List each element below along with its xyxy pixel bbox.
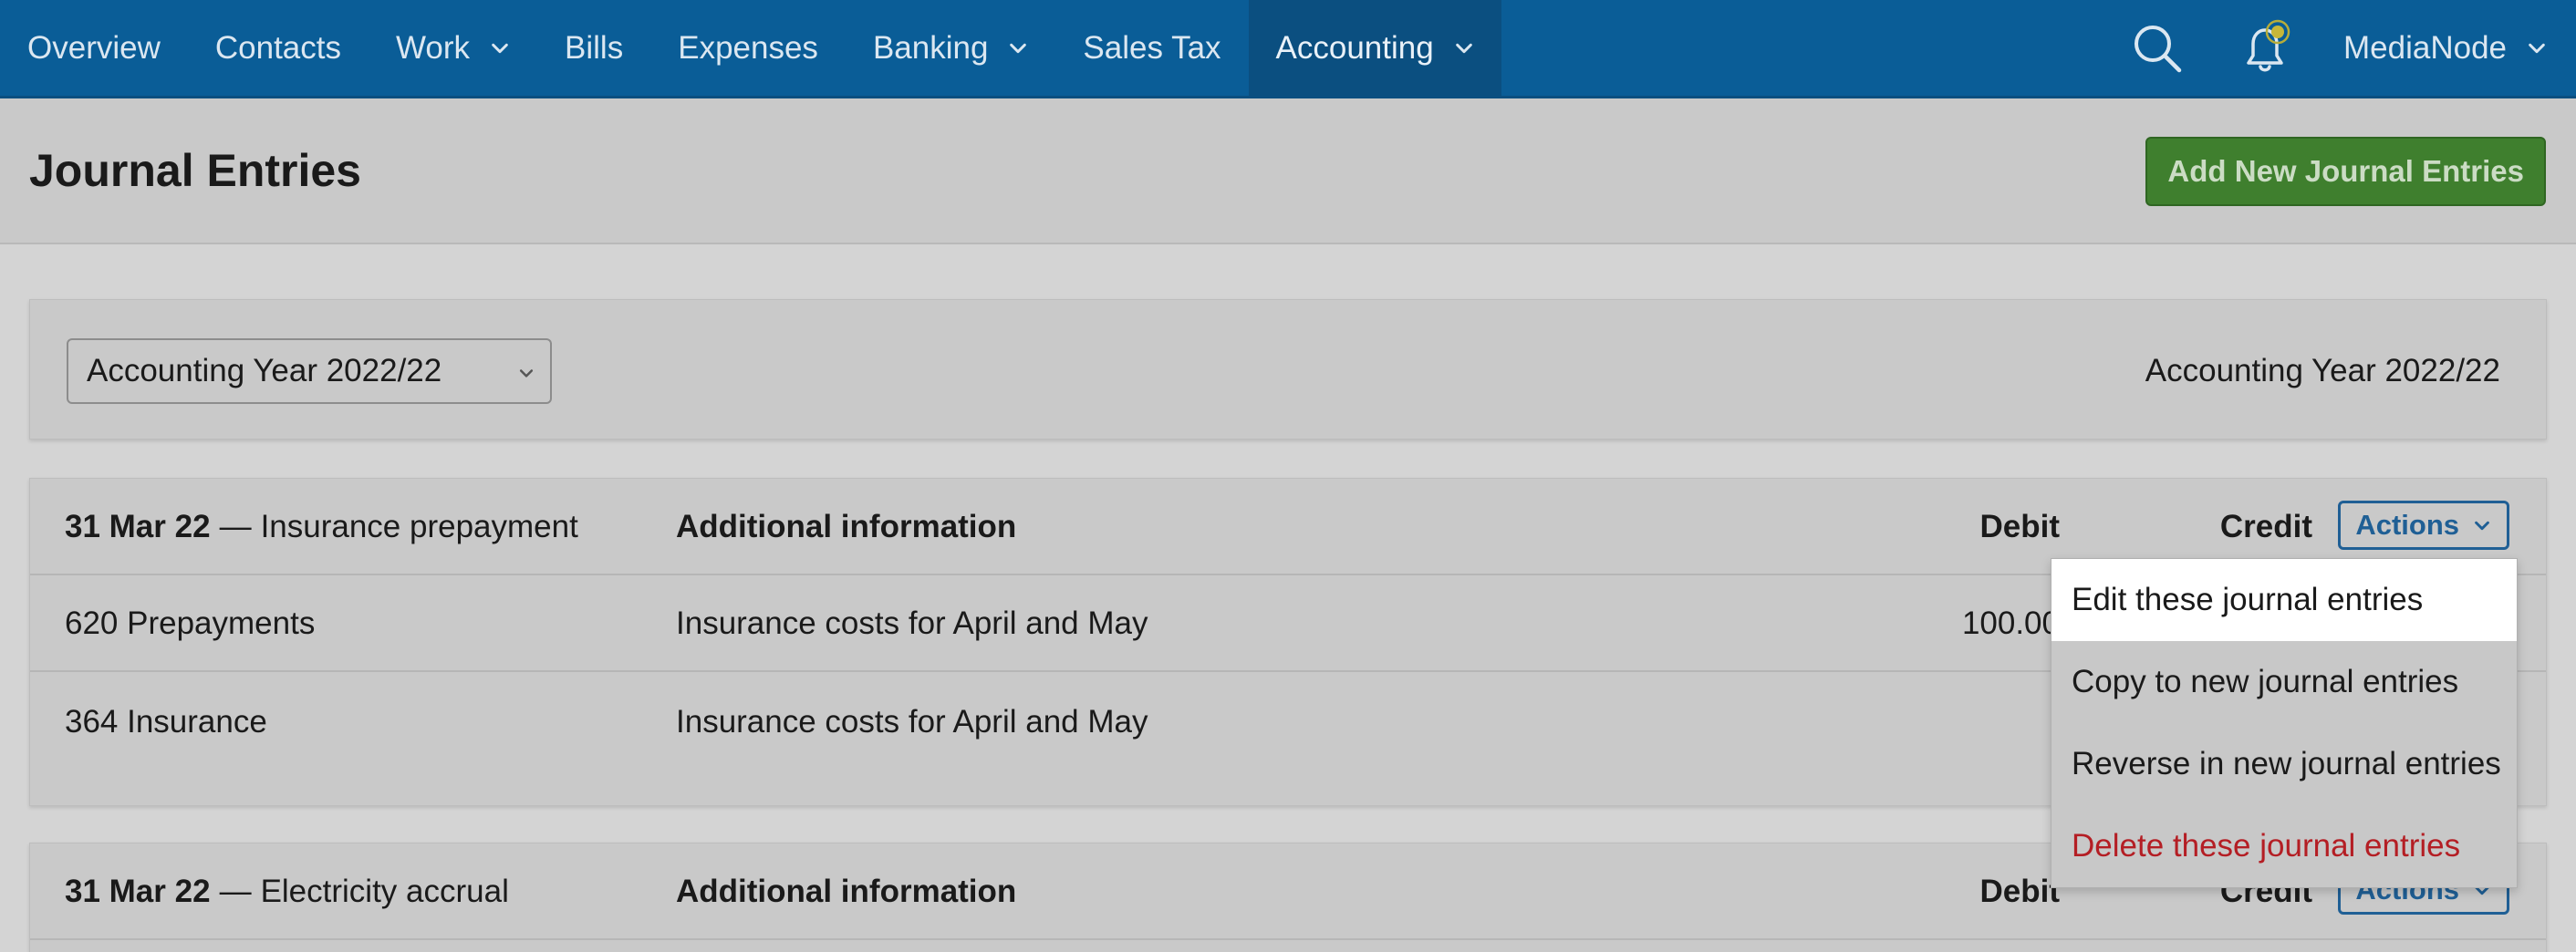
row-debit: 100.00: [1961, 605, 2060, 641]
chevron-down-icon: [2529, 43, 2545, 53]
chevron-down-icon: [2475, 521, 2489, 531]
user-name: MediaNode: [2343, 29, 2507, 66]
search-icon[interactable]: [2128, 19, 2186, 78]
page-title: Journal Entries: [29, 145, 361, 196]
user-menu[interactable]: MediaNode: [2343, 30, 2547, 67]
nav-item-accounting[interactable]: Accounting: [1248, 0, 1501, 96]
page-header: Journal Entries Add New Journal Entries: [0, 98, 2576, 244]
menu-item-reverse[interactable]: Reverse in new journal entries: [2051, 723, 2517, 805]
nav-item-label: Overview: [27, 29, 161, 66]
column-header-info: Additional information: [676, 874, 1017, 909]
filter-card: Accounting Year 2022/22 Accounting Year …: [29, 299, 2547, 440]
row-info: Insurance costs for April and May: [676, 605, 1148, 641]
entry-date: 31 Mar 22: [65, 509, 211, 544]
nav-item-label: Sales Tax: [1083, 29, 1221, 66]
menu-item-copy[interactable]: Copy to new journal entries: [2051, 641, 2517, 723]
nav-item-label: Banking: [872, 29, 989, 66]
nav-item-contacts[interactable]: Contacts: [188, 0, 369, 96]
chevron-down-icon: [1455, 43, 1472, 53]
chevron-down-icon: [519, 369, 534, 378]
nav-item-overview[interactable]: Overview: [0, 0, 188, 96]
nav-item-label: Accounting: [1275, 29, 1434, 66]
entry-title: 31 Mar 22 — Electricity accrual: [65, 843, 509, 940]
row-account: 620 Prepayments: [65, 605, 316, 641]
nav-item-expenses[interactable]: Expenses: [650, 0, 846, 96]
accounting-year-select[interactable]: Accounting Year 2022/22: [67, 338, 552, 404]
nav-item-work[interactable]: Work: [369, 0, 537, 96]
menu-item-edit[interactable]: Edit these journal entries: [2051, 559, 2517, 641]
nav-item-label: Bills: [565, 29, 624, 66]
row-info: Insurance costs for April and May: [676, 704, 1148, 740]
entry-separator: —: [219, 874, 252, 909]
chevron-down-icon: [492, 43, 508, 53]
nav-item-label: Expenses: [678, 29, 818, 66]
accounting-year-label: Accounting Year 2022/22: [2145, 353, 2500, 388]
nav-item-banking[interactable]: Banking: [846, 0, 1055, 96]
column-header-info: Additional information: [676, 509, 1017, 544]
nav-item-bills[interactable]: Bills: [537, 0, 650, 96]
entry-description: Electricity accrual: [260, 874, 509, 909]
actions-dropdown-menu: Edit these journal entries Copy to new j…: [2051, 558, 2518, 888]
entry-date: 31 Mar 22: [65, 874, 211, 909]
nav-item-label: Contacts: [214, 29, 341, 66]
chevron-down-icon: [1010, 43, 1027, 53]
menu-item-delete[interactable]: Delete these journal entries: [2051, 805, 2517, 887]
top-nav: Overview Contacts Work Bills Expenses Ba…: [0, 0, 2576, 98]
entry-title: 31 Mar 22 — Insurance prepayment: [65, 479, 578, 575]
actions-label: Actions: [2355, 509, 2459, 541]
bell-icon[interactable]: [2236, 19, 2294, 78]
column-header-debit: Debit: [1979, 874, 2061, 909]
entry-description: Insurance prepayment: [260, 509, 578, 544]
select-value: Accounting Year 2022/22: [87, 353, 442, 388]
column-header-debit: Debit: [1979, 509, 2061, 544]
nav-item-sales-tax[interactable]: Sales Tax: [1055, 0, 1248, 96]
row-account: 364 Insurance: [65, 704, 267, 740]
add-journal-entries-button[interactable]: Add New Journal Entries: [2145, 137, 2546, 206]
nav-item-label: Work: [396, 29, 471, 66]
nav-items: Overview Contacts Work Bills Expenses Ba…: [0, 0, 1501, 96]
actions-button[interactable]: Actions: [2338, 501, 2509, 550]
entry-separator: —: [219, 509, 252, 544]
nav-right: MediaNode: [2128, 0, 2576, 96]
